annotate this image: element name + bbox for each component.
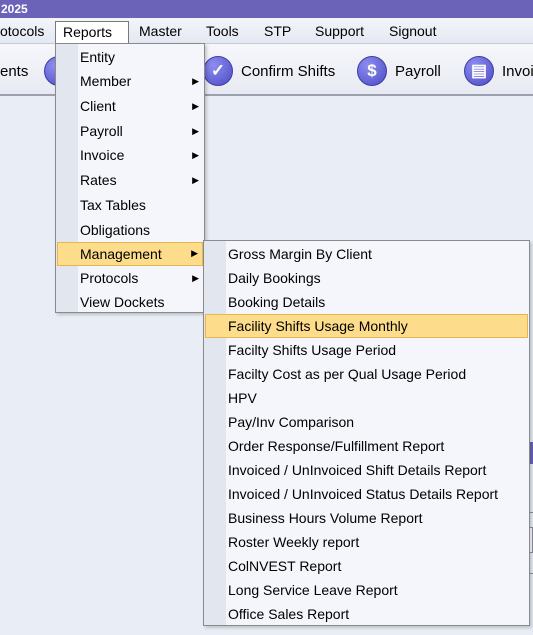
management-submenu: Gross Margin By Client Daily Bookings Bo…	[203, 240, 530, 626]
menu-tools[interactable]: Tools	[199, 21, 246, 43]
invoice-icon: ▤	[464, 56, 494, 86]
reports-item-obligations[interactable]: Obligations	[57, 218, 203, 242]
toolbar-documents-label: ents	[0, 62, 29, 80]
mgmt-item-colnvest-report[interactable]: ColNVEST Report	[205, 554, 528, 578]
mgmt-item-business-hours-volume-report[interactable]: Business Hours Volume Report	[205, 506, 528, 530]
submenu-arrow-icon: ▶	[191, 248, 198, 258]
mgmt-item-hpv[interactable]: HPV	[205, 386, 528, 410]
mgmt-item-gross-margin-by-client[interactable]: Gross Margin By Client	[205, 242, 528, 266]
confirm-shifts-button[interactable]: ✓ Confirm Shifts	[203, 56, 335, 86]
mgmt-item-invoiced-status-details-report[interactable]: Invoiced / UnInvoiced Status Details Rep…	[205, 482, 528, 506]
reports-item-member[interactable]: Member ▶	[57, 69, 203, 93]
confirm-shifts-label: Confirm Shifts	[241, 62, 336, 80]
mgmt-item-order-response-report[interactable]: Order Response/Fulfillment Report	[205, 434, 528, 458]
reports-item-tax-tables[interactable]: Tax Tables	[57, 193, 203, 217]
submenu-arrow-icon: ▶	[192, 101, 199, 111]
window-title-bar: 2025	[0, 0, 533, 18]
submenu-arrow-icon: ▶	[192, 175, 199, 185]
reports-item-management[interactable]: Management ▶	[57, 242, 203, 266]
mgmt-item-facility-shifts-usage-monthly[interactable]: Facility Shifts Usage Monthly	[205, 314, 528, 338]
mgmt-item-office-sales-report[interactable]: Office Sales Report	[205, 602, 528, 626]
mgmt-item-facility-cost-qual-usage-period[interactable]: Facilty Cost as per Qual Usage Period	[205, 362, 528, 386]
mgmt-item-facility-shifts-usage-period[interactable]: Facilty Shifts Usage Period	[205, 338, 528, 362]
reports-dropdown: Entity Member ▶ Client ▶ Payroll ▶ Invoice ▶…	[55, 43, 205, 313]
mgmt-item-booking-details[interactable]: Booking Details	[205, 290, 528, 314]
window-title: 2025	[1, 2, 28, 16]
menu-reports[interactable]: Reports	[55, 21, 129, 43]
invoice-label: Invoi	[502, 62, 533, 80]
menu-support[interactable]: Support	[308, 21, 371, 43]
reports-item-rates[interactable]: Rates ▶	[57, 168, 203, 192]
submenu-arrow-icon: ▶	[192, 76, 199, 86]
dollar-icon: $	[357, 56, 387, 86]
mgmt-item-pay-inv-comparison[interactable]: Pay/Inv Comparison	[205, 410, 528, 434]
menu-stp[interactable]: STP	[257, 21, 298, 43]
menu-signout[interactable]: Signout	[382, 21, 443, 43]
payroll-button[interactable]: $ Payroll	[357, 56, 441, 86]
submenu-arrow-icon: ▶	[192, 150, 199, 160]
invoice-button[interactable]: ▤ Invoi	[464, 56, 533, 86]
menu-bar: otocols Reports Master Tools STP Support…	[0, 18, 533, 44]
menu-master[interactable]: Master	[132, 21, 189, 43]
reports-item-view-dockets[interactable]: View Dockets	[57, 290, 203, 314]
check-icon: ✓	[203, 56, 233, 86]
reports-item-client[interactable]: Client ▶	[57, 94, 203, 118]
reports-item-payroll[interactable]: Payroll ▶	[57, 119, 203, 143]
reports-item-invoice[interactable]: Invoice ▶	[57, 143, 203, 167]
submenu-arrow-icon: ▶	[192, 126, 199, 136]
reports-item-protocols[interactable]: Protocols ▶	[57, 266, 203, 290]
mgmt-item-invoiced-shift-details-report[interactable]: Invoiced / UnInvoiced Shift Details Repo…	[205, 458, 528, 482]
submenu-arrow-icon: ▶	[192, 273, 199, 283]
mgmt-item-daily-bookings[interactable]: Daily Bookings	[205, 266, 528, 290]
menu-protocols[interactable]: otocols	[0, 21, 51, 43]
reports-item-entity[interactable]: Entity	[57, 45, 203, 69]
payroll-label: Payroll	[395, 62, 441, 80]
mgmt-item-long-service-leave-report[interactable]: Long Service Leave Report	[205, 578, 528, 602]
mgmt-item-roster-weekly-report[interactable]: Roster Weekly report	[205, 530, 528, 554]
